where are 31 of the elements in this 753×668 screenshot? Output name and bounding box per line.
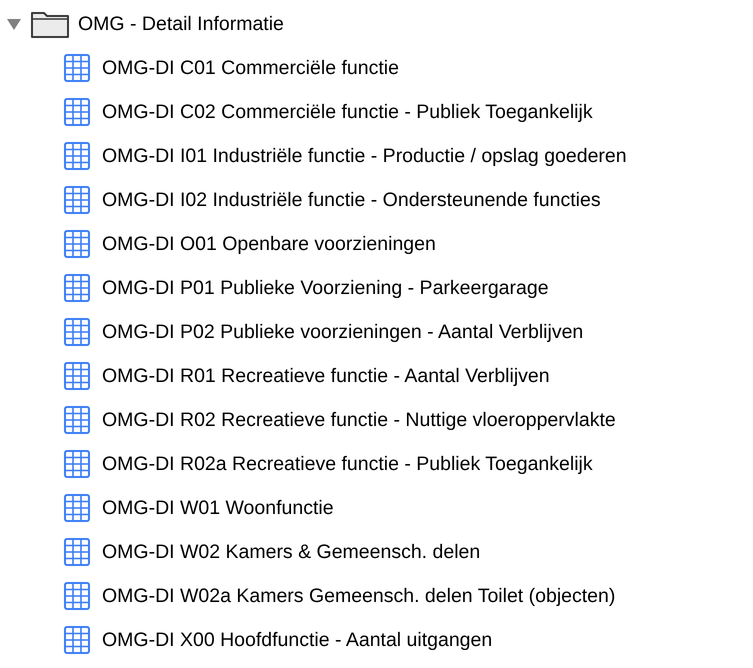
tree-item-label[interactable]: OMG-DI R02 Recreatieve functie - Nuttige vloeroppervlakte (102, 408, 616, 432)
table-icon (64, 406, 90, 434)
table-icon (64, 274, 90, 302)
tree-item-label[interactable]: OMG - Detail Informatie (78, 12, 284, 36)
tree-item-label[interactable]: OMG-DI R01 Recreatieve functie - Aantal Verblijven (102, 364, 550, 388)
folder-icon (30, 9, 70, 39)
tree-item-label[interactable]: OMG-DI R02a Recreatieve functie - Publiek Toegankelijk (102, 452, 593, 476)
tree-item-label[interactable]: OMG-DI W01 Woonfunctie (102, 496, 334, 520)
table-icon (64, 362, 90, 390)
tree-item-label[interactable]: OMG-DI W02 Kamers & Gemeensch. delen (102, 540, 480, 564)
table-icon (64, 582, 90, 610)
tree-item-label[interactable]: OMG-DI P01 Publieke Voorziening - Parkeergarage (102, 276, 549, 300)
tree-item-label[interactable]: OMG-DI W02a Kamers Gemeensch. delen Toilet (objecten) (102, 584, 616, 608)
table-icon (64, 538, 90, 566)
table-icon (64, 450, 90, 478)
table-icon (64, 494, 90, 522)
table-icon (64, 186, 90, 214)
table-icon (64, 142, 90, 170)
table-icon (64, 54, 90, 82)
table-icon (64, 626, 90, 654)
tree-item-label[interactable]: OMG-DI C01 Commerciële functie (102, 56, 399, 80)
tree-item-label[interactable]: OMG-DI I01 Industriële functie - Productie / opslag goederen (102, 144, 627, 168)
table-icon (64, 230, 90, 258)
tree-item-label[interactable]: OMG-DI I02 Industriële functie - Ondersteunende functies (102, 188, 601, 212)
table-icon (64, 98, 90, 126)
table-icon (64, 318, 90, 346)
tree-item-label[interactable]: OMG-DI P02 Publieke voorzieningen - Aantal Verblijven (102, 320, 584, 344)
tree-item-label[interactable]: OMG-DI X00 Hoofdfunctie - Aantal uitgangen (102, 628, 492, 652)
tree-item-label[interactable]: OMG-DI O01 Openbare voorzieningen (102, 232, 436, 256)
disclosure-triangle-icon[interactable] (6, 17, 22, 31)
tree-item-label[interactable]: OMG-DI C02 Commerciële functie - Publiek Toegankelijk (102, 100, 593, 124)
